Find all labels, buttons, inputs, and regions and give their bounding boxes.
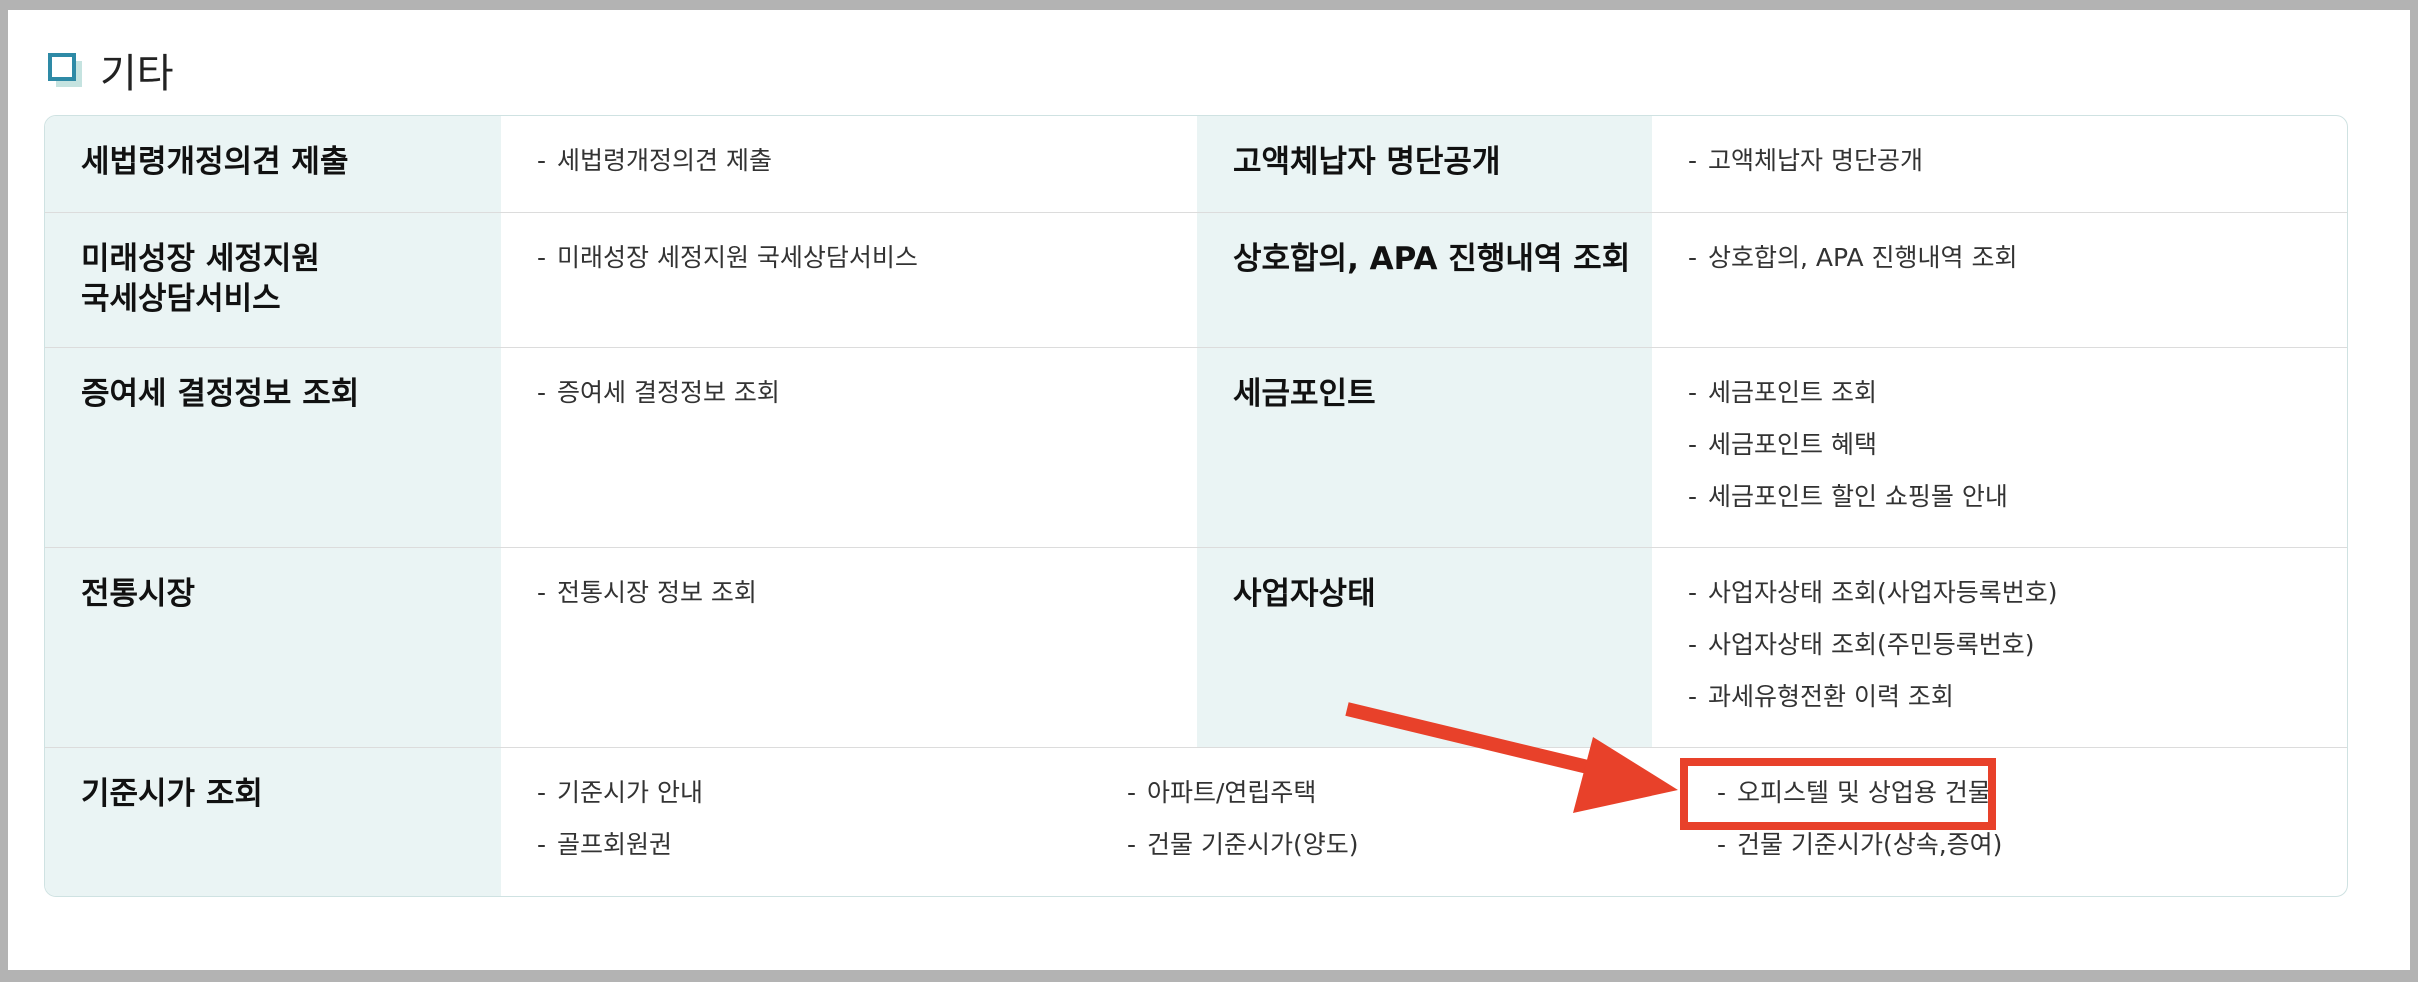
annotation-arrow-icon <box>1345 702 1678 813</box>
